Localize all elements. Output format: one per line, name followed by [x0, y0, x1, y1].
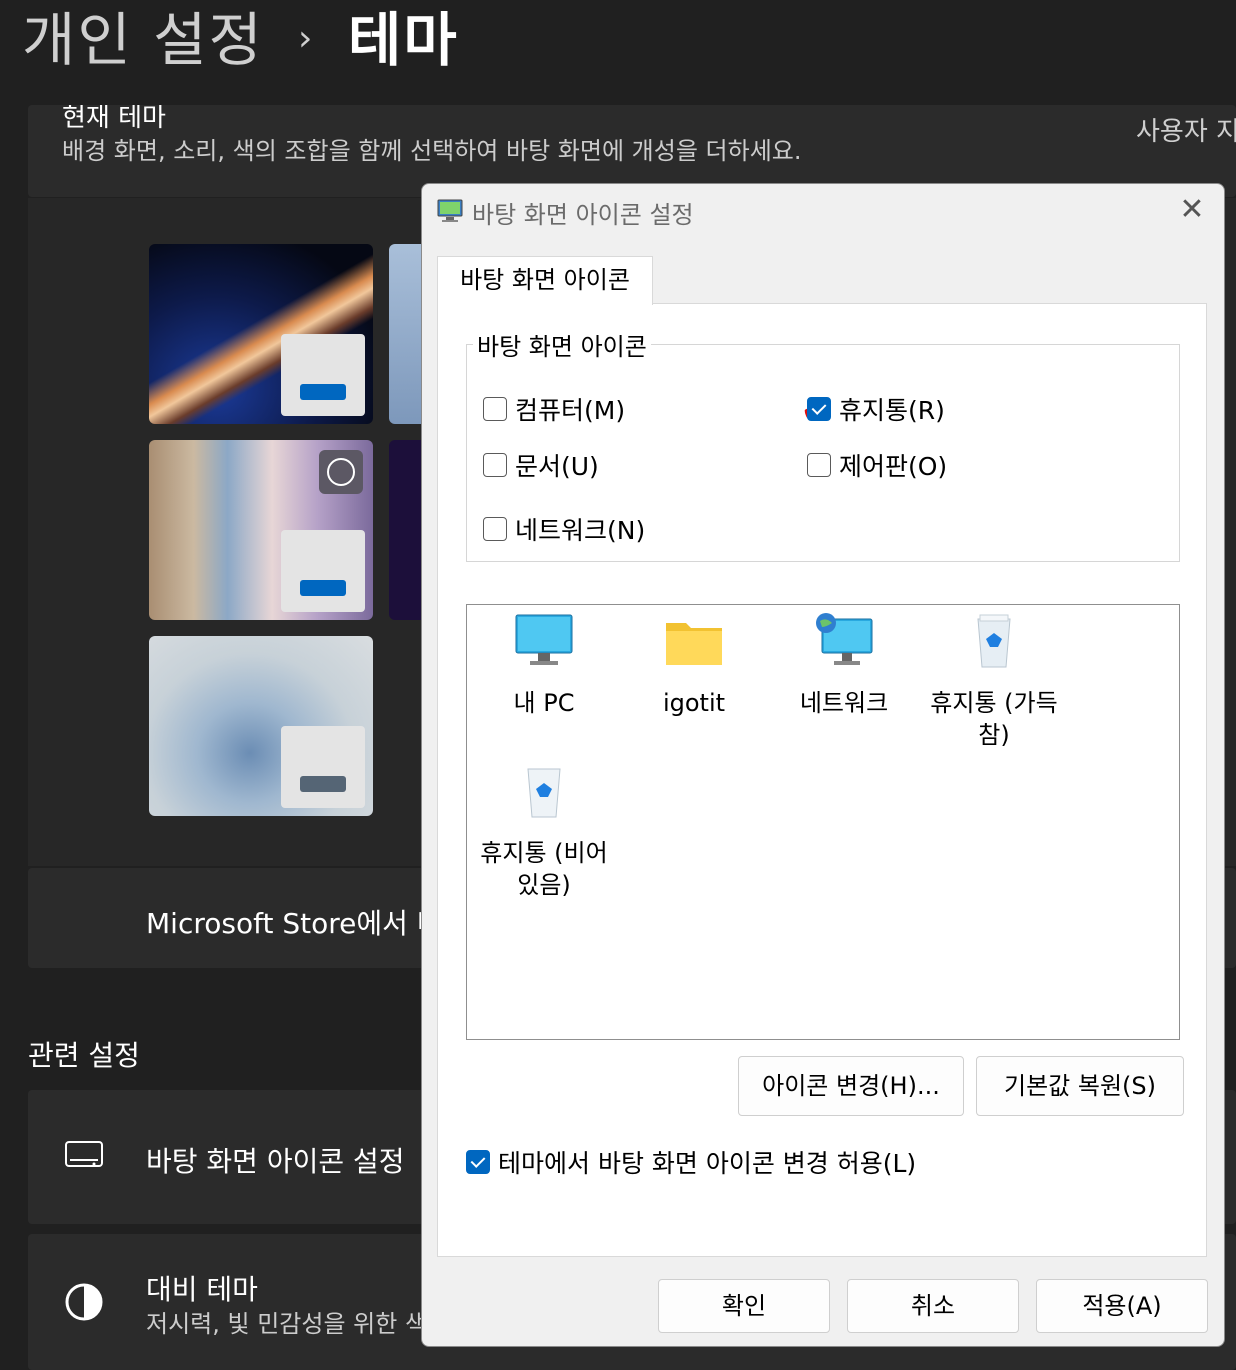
folder-icon — [666, 623, 722, 665]
ok-button[interactable]: 확인 — [658, 1279, 830, 1333]
contrast-icon — [65, 1283, 103, 1321]
icon-item-recycle-bin-empty[interactable]: 휴지통 (비어 있음) — [469, 763, 619, 901]
icon-label: igotit — [662, 689, 726, 717]
checkbox-box[interactable] — [483, 453, 507, 477]
current-theme-description: 배경 화면, 소리, 색의 조합을 함께 선택하여 바탕 화면에 개성을 더하세… — [62, 137, 802, 165]
recycle-bin-full-icon — [977, 614, 1011, 668]
checkbox-box[interactable] — [807, 397, 831, 421]
cancel-button[interactable]: 취소 — [847, 1279, 1019, 1333]
desktop-settings-icon — [437, 199, 463, 222]
theme-preview-badge — [281, 726, 365, 808]
checkbox-label: 네트워크(N) — [515, 516, 646, 545]
theme-preview-badge — [281, 530, 365, 612]
icon-list: 내 PC igotit 네트워크 휴지통 (가득 참) 휴지통 (비어 있음) — [466, 604, 1180, 1040]
theme-tile-5[interactable] — [149, 636, 373, 816]
custom-theme-label: 사용자 지정 — [1136, 117, 1236, 147]
desktop-icon-settings-dialog: 바탕 화면 아이콘 설정 ✕ 바탕 화면 아이콘 바탕 화면 아이콘 컴퓨터(M… — [421, 183, 1225, 1347]
checkbox-label: 휴지통(R) — [839, 396, 945, 425]
close-icon[interactable]: ✕ — [1172, 190, 1212, 230]
network-icon — [816, 613, 873, 665]
checkbox-box[interactable] — [483, 517, 507, 541]
icon-label: 네트워크 — [799, 689, 889, 717]
page-title: 테마 — [348, 6, 459, 74]
checkbox-label: 컴퓨터(M) — [515, 396, 626, 425]
theme-tile-3[interactable] — [149, 440, 373, 620]
icon-item-my-pc[interactable]: 내 PC — [469, 613, 619, 719]
restore-default-button[interactable]: 기본값 복원(S) — [976, 1056, 1184, 1116]
documents-checkbox[interactable]: 문서(U) — [483, 447, 599, 483]
desktop-icon — [65, 1141, 103, 1167]
desktop-icons-group: 바탕 화면 아이콘 컴퓨터(M) ✔ 휴지통(R) 문서(U) 제어판(O) 네… — [466, 327, 1180, 562]
icon-item-network[interactable]: 네트워크 — [769, 613, 919, 719]
theme-tile-1[interactable] — [149, 244, 373, 424]
monitor-icon — [515, 614, 573, 665]
checkbox-label: 테마에서 바탕 화면 아이콘 변경 허용(L) — [498, 1149, 917, 1178]
control-panel-checkbox[interactable]: 제어판(O) — [807, 447, 947, 483]
recycle-bin-checkbox[interactable]: 휴지통(R) — [807, 391, 945, 427]
desktop-icon-settings-label: 바탕 화면 아이콘 설정 — [146, 1145, 405, 1178]
related-settings-heading: 관련 설정 — [28, 1039, 140, 1072]
breadcrumb-separator-icon: › — [298, 18, 313, 59]
computer-checkbox[interactable]: 컴퓨터(M) — [483, 391, 625, 427]
theme-account-icon — [319, 450, 363, 494]
icon-label: 휴지통 (가득 참) — [930, 689, 1058, 749]
dialog-title: 바탕 화면 아이콘 설정 — [472, 201, 694, 229]
checkbox-label: 문서(U) — [515, 452, 599, 481]
icon-label: 휴지통 (비어 있음) — [480, 839, 608, 899]
breadcrumb-parent[interactable]: 개인 설정 — [22, 4, 264, 76]
checkbox-box[interactable] — [466, 1150, 490, 1174]
checkbox-box[interactable] — [483, 397, 507, 421]
contrast-theme-title: 대비 테마 — [146, 1273, 258, 1306]
checkbox-label: 제어판(O) — [839, 452, 948, 481]
tab-desktop-icons[interactable]: 바탕 화면 아이콘 — [437, 256, 653, 305]
checkbox-box[interactable] — [807, 453, 831, 477]
tab-panel: 바탕 화면 아이콘 컴퓨터(M) ✔ 휴지통(R) 문서(U) 제어판(O) 네… — [437, 303, 1207, 1257]
recycle-bin-empty-icon — [527, 768, 561, 818]
group-label: 바탕 화면 아이콘 — [473, 327, 651, 362]
current-theme-title: 현재 테마 — [62, 105, 166, 133]
icon-label: 내 PC — [513, 689, 575, 717]
network-checkbox[interactable]: 네트워크(N) — [483, 511, 645, 547]
icon-item-recycle-bin-full[interactable]: 휴지통 (가득 참) — [919, 613, 1069, 751]
theme-preview-badge — [281, 334, 365, 416]
icon-item-user-folder[interactable]: igotit — [619, 613, 769, 719]
apply-button[interactable]: 적용(A) — [1036, 1279, 1208, 1333]
allow-themes-checkbox[interactable]: 테마에서 바탕 화면 아이콘 변경 허용(L) — [466, 1144, 916, 1180]
change-icon-button[interactable]: 아이콘 변경(H)... — [738, 1056, 964, 1116]
